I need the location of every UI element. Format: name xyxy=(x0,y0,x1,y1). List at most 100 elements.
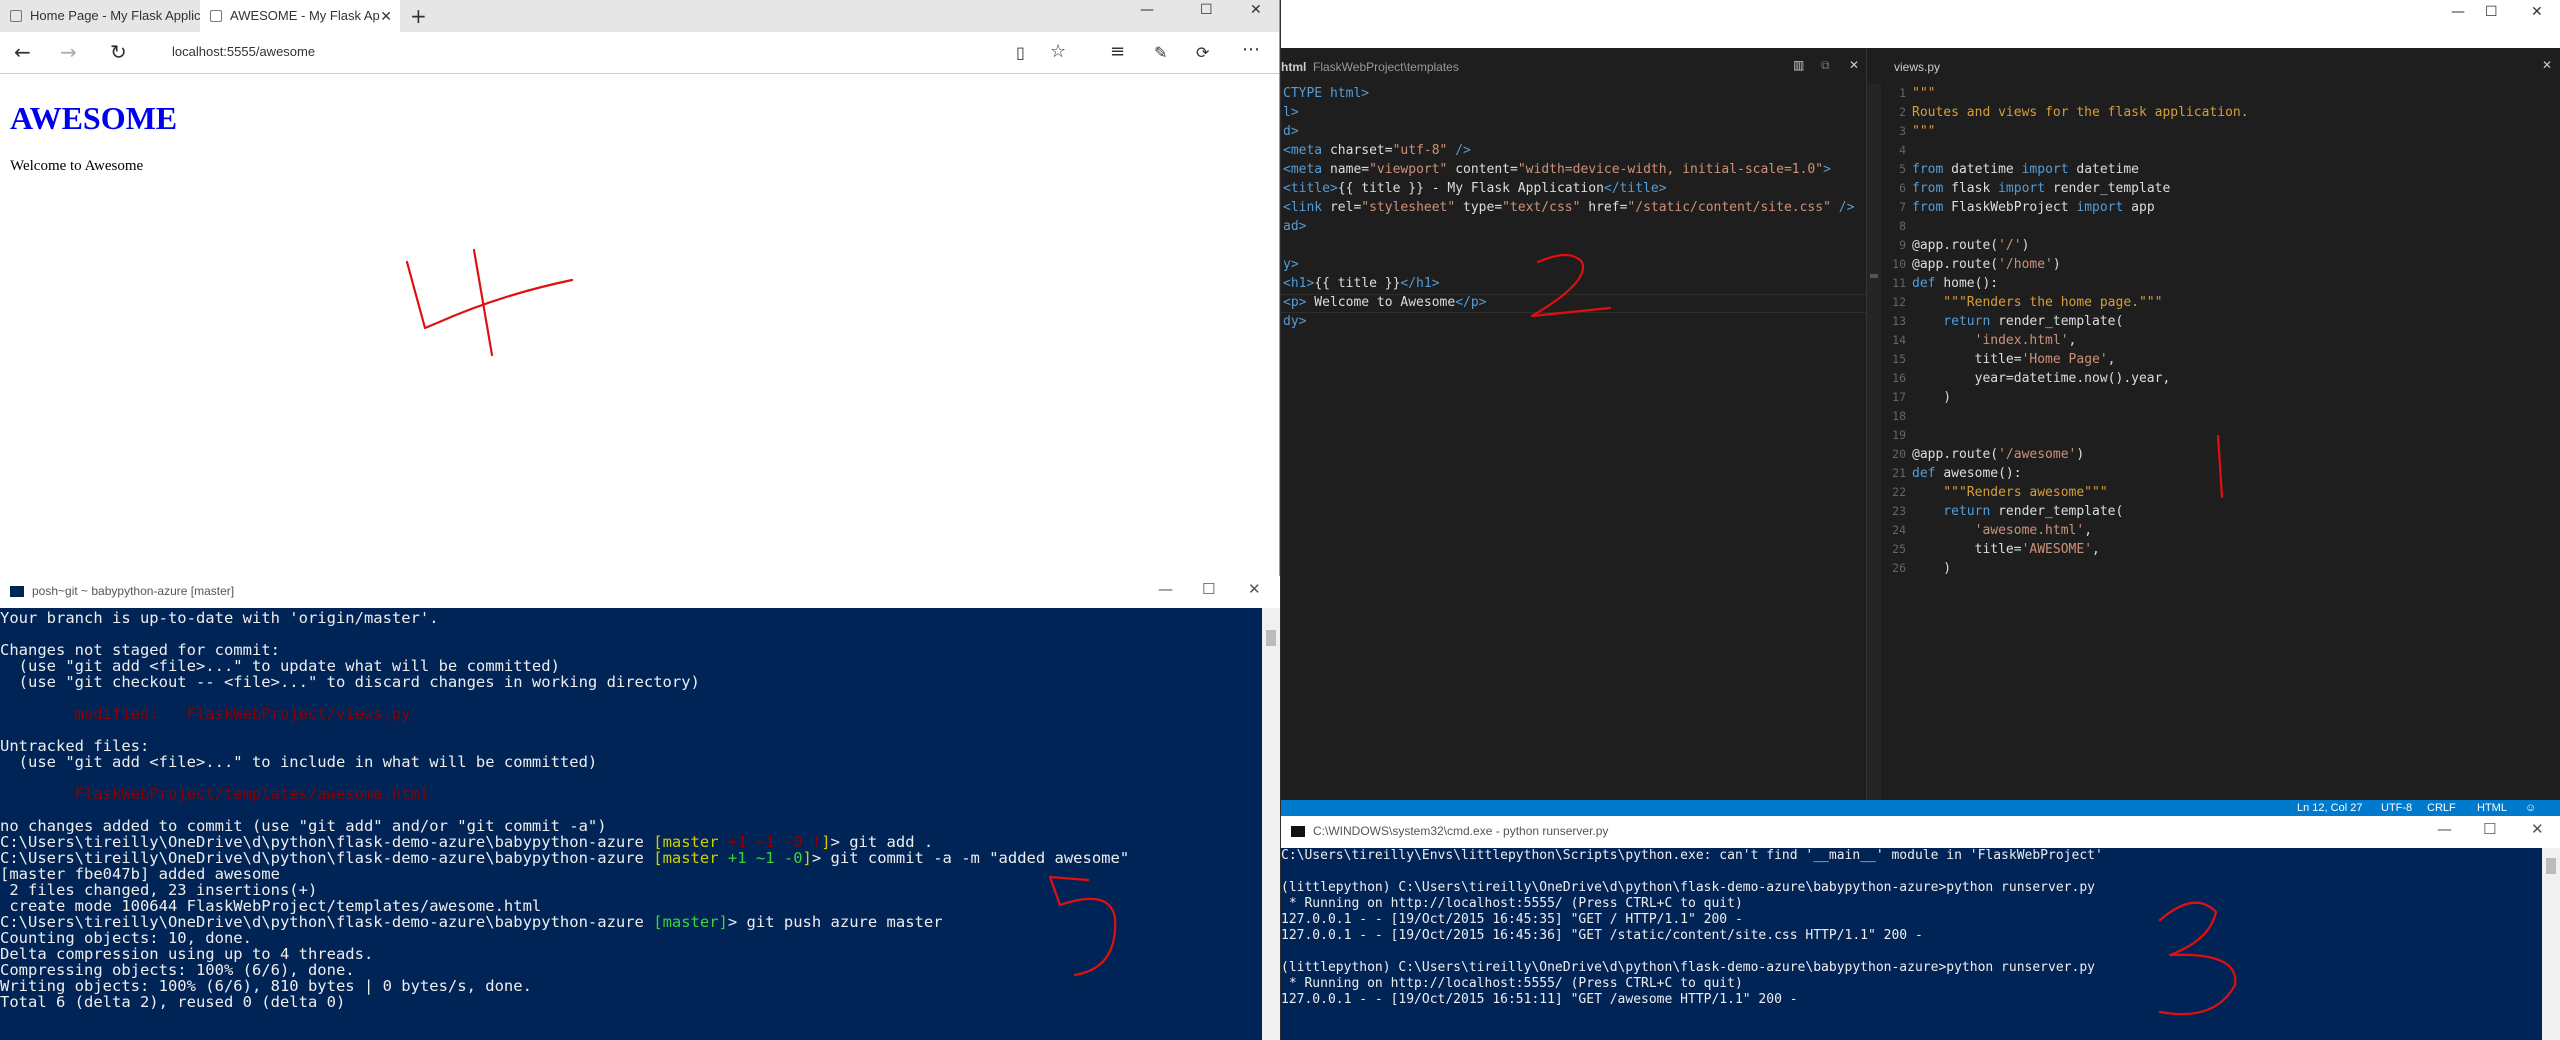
text-segment: > xyxy=(1823,162,1831,177)
text-segment: , xyxy=(2107,352,2116,367)
text-segment: from xyxy=(1912,181,1952,196)
code-line: CTYPE html> xyxy=(1283,84,1854,103)
console-line: * Running on http://localhost:5555/ (Pre… xyxy=(1281,896,1743,911)
code-line: year=datetime.now().year, xyxy=(1912,369,2249,388)
pane-filename: views.py xyxy=(1894,60,1941,74)
page-paragraph: Welcome to Awesome xyxy=(10,158,144,174)
encoding[interactable]: UTF-8 xyxy=(2381,802,2412,814)
minimize-icon[interactable]: — xyxy=(1158,580,1173,598)
line-number: 1 xyxy=(1899,86,1906,100)
console-line: no changes added to commit (use "git add… xyxy=(0,818,1262,834)
console-line: FlaskWebProject/templates/awesome.html xyxy=(0,786,1262,802)
close-pane-icon[interactable]: ✕ xyxy=(2542,58,2552,72)
scrollbar-thumb[interactable] xyxy=(1266,630,1276,646)
line-number: 5 xyxy=(1899,162,1906,176)
console-line: Writing objects: 100% (6/6), 810 bytes |… xyxy=(0,978,1262,994)
scrollbar[interactable] xyxy=(1262,608,1280,1040)
cmd-console-output[interactable]: C:\Users\tireilly\Envs\littlepython\Scri… xyxy=(1281,848,2542,1040)
text-segment: import xyxy=(1998,181,2053,196)
minimize-icon[interactable]: — xyxy=(2451,4,2465,20)
console-line: Your branch is up-to-date with 'origin/m… xyxy=(0,610,1262,626)
code-line: 'awesome.html', xyxy=(1912,521,2249,540)
text-segment: app xyxy=(2131,200,2155,215)
text-segment: href= xyxy=(1580,200,1628,215)
hub-icon[interactable]: ≡ xyxy=(1110,41,1125,62)
back-icon[interactable]: ← xyxy=(14,40,31,64)
minimize-icon[interactable]: — xyxy=(2437,820,2452,838)
line-number: 14 xyxy=(1892,333,1906,347)
scrollbar[interactable] xyxy=(2542,848,2560,1040)
feedback-smiley-icon[interactable]: ☺ xyxy=(2525,802,2536,814)
text-segment: <meta xyxy=(1283,162,1330,177)
text-segment: ) xyxy=(1912,390,1952,405)
text-segment: </h1> xyxy=(1400,276,1440,291)
editor-pane-views[interactable]: views.py ✕ 1 2 3 4 5 6 7 8 9 10 11 12 13 14 15 16 17 18 19… xyxy=(1882,48,2560,800)
console-line: create mode 100644 FlaskWebProject/templ… xyxy=(0,898,1262,914)
line-ending[interactable]: CRLF xyxy=(2427,802,2456,814)
text-segment: render_template( xyxy=(1998,314,2124,329)
git-console-output[interactable]: Your branch is up-to-date with 'origin/m… xyxy=(0,608,1262,1040)
text-segment: {{ title }} xyxy=(1314,276,1401,291)
text-segment: return xyxy=(1912,314,1999,329)
forward-icon[interactable]: → xyxy=(60,40,77,64)
reading-view-icon[interactable]: ▯ xyxy=(1016,43,1025,62)
text-segment: 'index.html' xyxy=(1912,333,2069,348)
code-line: <title>{{ title }} - My Flask Applicatio… xyxy=(1283,179,1854,198)
line-number: 15 xyxy=(1892,352,1906,366)
close-icon[interactable]: ✕ xyxy=(1250,2,1262,18)
close-icon[interactable]: ✕ xyxy=(2531,820,2544,838)
address-toolbar: ← → ↻ localhost:5555/awesome ▯ ☆ ≡ ✎ ⟳ ⋯ xyxy=(0,32,1279,74)
web-note-icon[interactable]: ✎ xyxy=(1154,43,1167,62)
text-segment: dy> xyxy=(1283,314,1307,329)
text-segment: charset= xyxy=(1329,143,1393,158)
split-editor-icon[interactable]: ▥ xyxy=(1793,58,1804,72)
share-icon[interactable]: ⟳ xyxy=(1196,43,1209,62)
cursor-position[interactable]: Ln 12, Col 27 xyxy=(2297,802,2362,814)
scrollbar[interactable] xyxy=(1867,84,1881,800)
text-segment: '/home' xyxy=(1998,257,2053,272)
language-mode[interactable]: HTML xyxy=(2477,802,2507,814)
tab-label: AWESOME - My Flask Ap xyxy=(230,8,380,23)
tab-awesome[interactable]: AWESOME - My Flask Ap ✕ xyxy=(200,0,400,32)
code-line: 'index.html', xyxy=(1912,331,2249,350)
text-segment: , xyxy=(2068,333,2077,348)
tab-home-page[interactable]: Home Page - My Flask Applic xyxy=(0,0,200,32)
open-preview-icon[interactable]: ⧉ xyxy=(1821,58,1830,73)
refresh-icon[interactable]: ↻ xyxy=(110,40,127,64)
line-number: 22 xyxy=(1892,485,1906,499)
close-icon[interactable]: ✕ xyxy=(1248,580,1261,598)
text-segment: 'awesome.html' xyxy=(1912,523,2085,538)
powershell-icon xyxy=(10,586,24,597)
console-line: (littlepython) C:\Users\tireilly\OneDriv… xyxy=(1281,880,2095,895)
code-line: from datetime import datetime xyxy=(1912,160,2249,179)
text-segment: title= xyxy=(1912,352,2022,367)
editor-pane-html[interactable]: html FlaskWebProject\templates ▥ ⧉ ✕ CTY… xyxy=(1281,48,1881,800)
text-segment: (use "git add <file>..." to include in w… xyxy=(0,753,598,771)
address-bar[interactable]: localhost:5555/awesome xyxy=(172,44,315,59)
code-line: ) xyxy=(1912,559,2249,578)
favorite-star-icon[interactable]: ☆ xyxy=(1050,41,1066,62)
console-title: C:\WINDOWS\system32\cmd.exe - python run… xyxy=(1313,824,1609,838)
maximize-icon[interactable]: ☐ xyxy=(1200,2,1213,18)
scrollbar-thumb[interactable] xyxy=(2546,858,2556,874)
line-number: 17 xyxy=(1892,390,1906,404)
scrollbar-marker xyxy=(1870,274,1878,278)
maximize-icon[interactable]: ☐ xyxy=(1202,580,1215,598)
close-tab-icon[interactable]: ✕ xyxy=(380,0,392,32)
more-icon[interactable]: ⋯ xyxy=(1242,39,1260,60)
code-line: l> xyxy=(1283,103,1854,122)
console-line: 2 files changed, 23 insertions(+) xyxy=(0,882,1262,898)
close-pane-icon[interactable]: ✕ xyxy=(1849,58,1859,72)
close-icon[interactable]: ✕ xyxy=(2531,4,2543,20)
text-segment: modified: FlaskWebProject/views.py xyxy=(0,705,411,723)
code-python[interactable]: """ Routes and views for the flask applic… xyxy=(1912,84,2249,578)
maximize-icon[interactable]: ☐ xyxy=(2483,820,2496,838)
maximize-icon[interactable]: ☐ xyxy=(2485,4,2498,20)
minimize-icon[interactable]: — xyxy=(1140,2,1154,18)
current-line-highlight xyxy=(1281,294,1867,313)
code-line: ad> xyxy=(1283,217,1854,236)
new-tab-button[interactable]: + xyxy=(410,4,427,28)
text-segment: d> xyxy=(1283,124,1299,139)
code-line: <h1>{{ title }}</h1> xyxy=(1283,274,1854,293)
